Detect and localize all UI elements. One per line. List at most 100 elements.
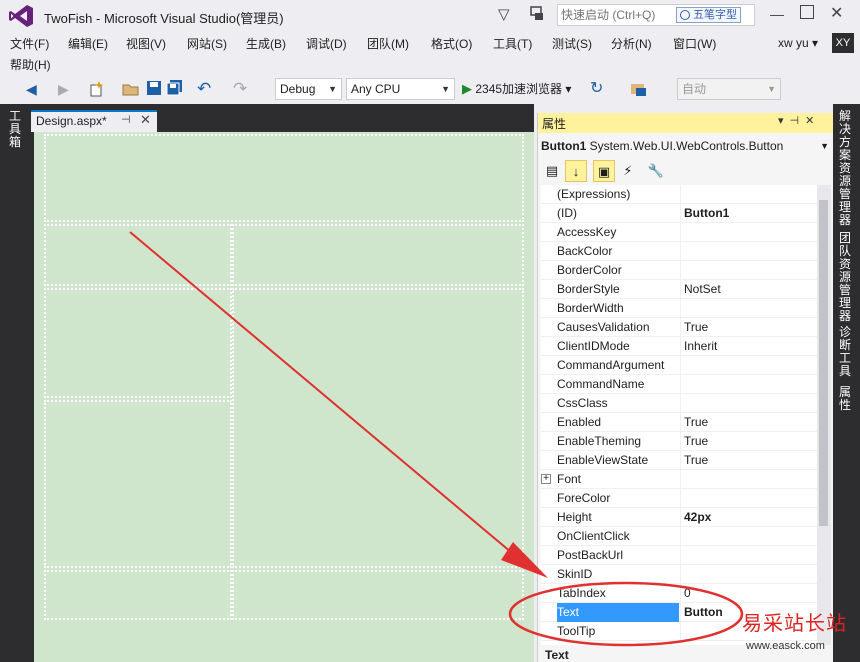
property-row[interactable]: TabIndex 0: [541, 584, 817, 603]
menu-window[interactable]: 窗口(W): [673, 35, 716, 52]
property-value[interactable]: [680, 527, 817, 546]
layout-cell[interactable]: [44, 288, 232, 398]
navigate-forward-icon[interactable]: ▶: [58, 78, 69, 100]
alphabetical-icon[interactable]: ↓: [565, 160, 587, 182]
property-row[interactable]: OnClientClick: [541, 527, 817, 546]
property-name[interactable]: EnableViewState: [557, 451, 679, 470]
menu-view[interactable]: 视图(V): [126, 35, 166, 52]
refresh-icon[interactable]: ↻: [590, 78, 603, 100]
property-name[interactable]: BorderWidth: [557, 299, 679, 318]
menu-website[interactable]: 网站(S): [187, 35, 227, 52]
menu-test[interactable]: 测试(S): [552, 35, 592, 52]
property-name[interactable]: AccessKey: [557, 223, 679, 242]
ime-indicator[interactable]: 五笔字型: [676, 7, 741, 23]
property-name[interactable]: ForeColor: [557, 489, 679, 508]
property-value[interactable]: True: [680, 451, 817, 470]
menu-analyze[interactable]: 分析(N): [611, 35, 652, 52]
layout-cell[interactable]: [232, 570, 524, 620]
property-name[interactable]: EnableTheming: [557, 432, 679, 451]
property-row[interactable]: BorderColor: [541, 261, 817, 280]
save-icon[interactable]: [146, 80, 162, 96]
property-row[interactable]: (ID) Button1: [541, 204, 817, 223]
property-row[interactable]: Enabled True: [541, 413, 817, 432]
property-name[interactable]: CommandName: [557, 375, 679, 394]
property-name[interactable]: CssClass: [557, 394, 679, 413]
avatar[interactable]: XY: [832, 33, 854, 53]
browser-link-icon[interactable]: [630, 80, 648, 98]
property-value[interactable]: 0: [680, 584, 817, 603]
layout-cell[interactable]: [44, 224, 232, 286]
property-name[interactable]: CausesValidation: [557, 318, 679, 337]
property-row[interactable]: ForeColor: [541, 489, 817, 508]
property-row[interactable]: EnableViewState True: [541, 451, 817, 470]
redo-icon[interactable]: ↷: [233, 78, 247, 100]
property-value[interactable]: [680, 565, 817, 584]
tab-properties[interactable]: 属性: [836, 386, 854, 412]
menu-format[interactable]: 格式(O): [431, 35, 472, 52]
menu-edit[interactable]: 编辑(E): [68, 35, 108, 52]
property-name[interactable]: Height: [557, 508, 679, 527]
property-name[interactable]: BorderColor: [557, 261, 679, 280]
new-project-icon[interactable]: [88, 80, 106, 98]
property-name[interactable]: CommandArgument: [557, 356, 679, 375]
property-name[interactable]: Font: [557, 470, 679, 489]
maximize-button[interactable]: [800, 5, 814, 19]
panel-window-controls[interactable]: ▾⊣✕: [778, 114, 820, 127]
menu-build[interactable]: 生成(B): [246, 35, 286, 52]
property-pages-icon[interactable]: 🔧: [645, 160, 667, 182]
layout-cell[interactable]: [232, 288, 524, 568]
property-row[interactable]: Height 42px: [541, 508, 817, 527]
toolbox-tab[interactable]: 工具箱: [6, 110, 24, 149]
configuration-dropdown[interactable]: Debug ▼: [275, 78, 342, 100]
expand-icon[interactable]: +: [541, 474, 551, 484]
user-account-menu[interactable]: xw yu ▾: [778, 36, 818, 50]
property-value[interactable]: 42px: [680, 508, 817, 527]
property-value[interactable]: [680, 356, 817, 375]
layout-div-header[interactable]: [44, 134, 524, 222]
property-row[interactable]: AccessKey: [541, 223, 817, 242]
property-row[interactable]: CssClass: [541, 394, 817, 413]
menu-file[interactable]: 文件(F): [10, 35, 49, 52]
property-row[interactable]: CausesValidation True: [541, 318, 817, 337]
property-row[interactable]: EnableTheming True: [541, 432, 817, 451]
tab-solution-explorer[interactable]: 解决方案资源管理器: [836, 110, 854, 227]
scrollbar-thumb[interactable]: [819, 200, 828, 526]
property-row[interactable]: (Expressions): [541, 185, 817, 204]
save-all-icon[interactable]: [166, 80, 184, 96]
property-value[interactable]: [680, 185, 817, 204]
tab-diagnostic-tools[interactable]: 诊断工具: [836, 326, 854, 378]
property-value[interactable]: [680, 470, 817, 489]
close-tab-icon[interactable]: ✕: [140, 112, 151, 128]
menu-team[interactable]: 团队(M): [367, 35, 409, 52]
platform-dropdown[interactable]: Any CPU ▼: [346, 78, 455, 100]
property-value[interactable]: [680, 546, 817, 565]
notification-icon[interactable]: [528, 5, 546, 23]
property-name[interactable]: Text: [557, 603, 679, 622]
property-value[interactable]: True: [680, 318, 817, 337]
minimize-button[interactable]: —: [770, 6, 784, 22]
property-value[interactable]: Inherit: [680, 337, 817, 356]
property-value[interactable]: NotSet: [680, 280, 817, 299]
property-row[interactable]: + Font: [541, 470, 817, 489]
properties-icon[interactable]: ▣: [593, 160, 615, 182]
design-surface[interactable]: [34, 132, 534, 662]
property-value[interactable]: [680, 394, 817, 413]
property-name[interactable]: OnClientClick: [557, 527, 679, 546]
menu-tools[interactable]: 工具(T): [493, 35, 532, 52]
property-value[interactable]: True: [680, 432, 817, 451]
property-name[interactable]: ClientIDMode: [557, 337, 679, 356]
property-name[interactable]: (Expressions): [557, 185, 679, 204]
layout-cell[interactable]: [232, 224, 524, 286]
property-name[interactable]: SkinID: [557, 565, 679, 584]
start-debugging-button[interactable]: ▶ 2345加速浏览器 ▾: [462, 78, 571, 100]
layout-cell[interactable]: [44, 570, 232, 620]
property-name[interactable]: TabIndex: [557, 584, 679, 603]
property-name[interactable]: Enabled: [557, 413, 679, 432]
navigate-back-icon[interactable]: ◀: [26, 78, 37, 100]
property-name[interactable]: BackColor: [557, 242, 679, 261]
open-file-icon[interactable]: [122, 80, 140, 98]
feedback-filter-icon[interactable]: ▽: [498, 5, 510, 23]
property-value[interactable]: True: [680, 413, 817, 432]
events-icon[interactable]: ⚡: [617, 160, 639, 182]
property-value[interactable]: [680, 223, 817, 242]
